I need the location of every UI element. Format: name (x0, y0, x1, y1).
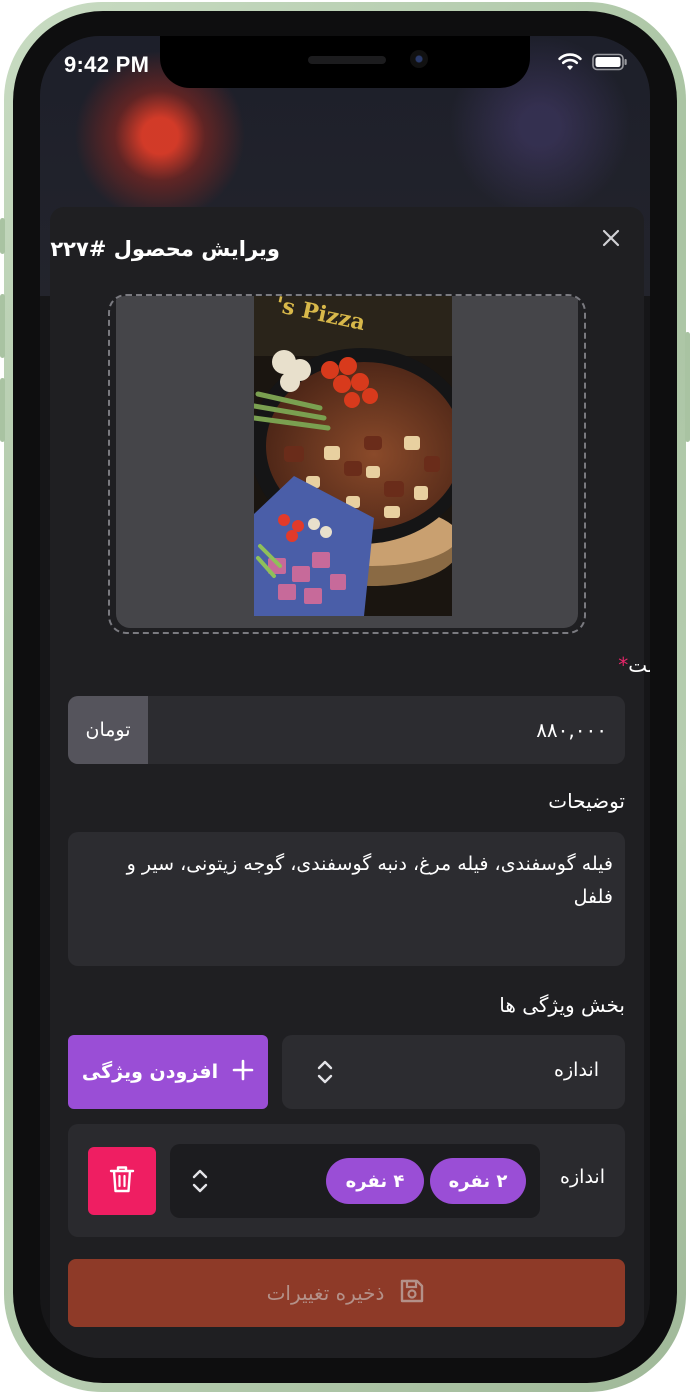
status-icons (558, 53, 628, 75)
close-button[interactable] (598, 227, 624, 253)
wifi-icon (558, 53, 582, 75)
delete-feature-button[interactable] (88, 1147, 156, 1215)
feature-row: اندازه ۲ نفره ۴ نفره (68, 1124, 625, 1237)
front-camera (410, 50, 428, 68)
description-value: فیله گوسفندی، فیله مرغ، دنبه گوسفندی، گو… (126, 853, 613, 908)
status-time: 9:42 PM (64, 52, 150, 77)
feature-select[interactable]: اندازه (282, 1035, 625, 1109)
modal-title: ویرایش محصول #۲۲۷ (50, 237, 280, 261)
image-upload-dropzone[interactable]: 's Pizza (108, 294, 586, 634)
image-preview-area: 's Pizza (116, 296, 578, 628)
feature-options-select[interactable]: ۲ نفره ۴ نفره (170, 1144, 540, 1218)
description-label: توضیحات (548, 789, 625, 813)
mute-switch (0, 218, 5, 254)
plus-icon (232, 1059, 254, 1086)
feature-row-name: اندازه (560, 1166, 605, 1188)
close-icon (602, 229, 620, 251)
volume-up-button (0, 294, 5, 358)
notch (160, 36, 530, 88)
required-mark: * (618, 653, 629, 677)
volume-down-button (0, 378, 5, 442)
feature-select-value: اندازه (554, 1059, 599, 1081)
trash-icon (109, 1164, 135, 1198)
save-changes-label: ذخیره تغییرات (266, 1281, 385, 1305)
add-feature-label: افزودن ویژگی (81, 1061, 219, 1083)
description-textarea[interactable]: فیله گوسفندی، فیله مرغ، دنبه گوسفندی، گو… (68, 832, 625, 966)
add-feature-button[interactable]: افزودن ویژگی (68, 1035, 268, 1109)
screen: 9:42 PM ویرایش محصول #۲۲۷ 's Pizza ت* تو… (40, 36, 650, 1358)
save-changes-button[interactable]: ذخیره تغییرات (68, 1259, 625, 1327)
price-value: ۸۸۰,۰۰۰ (536, 718, 607, 742)
product-image: 's Pizza (254, 296, 452, 616)
power-button (685, 332, 690, 442)
chevron-updown-icon (312, 1058, 338, 1086)
edit-product-modal: ویرایش محصول #۲۲۷ 's Pizza ت* تومان ۸۸۰,… (50, 207, 650, 1358)
price-label-text: قیمت (628, 653, 650, 677)
price-label: قیمت* (618, 653, 650, 677)
chevron-updown-icon (188, 1167, 212, 1195)
price-input[interactable]: تومان ۸۸۰,۰۰۰ (68, 696, 625, 764)
status-bar: 9:42 PM (40, 36, 650, 96)
speaker-grille (308, 56, 386, 64)
battery-icon (592, 53, 628, 75)
option-tag[interactable]: ۲ نفره (430, 1158, 526, 1204)
features-section-label: بخش ویژگی ها (499, 993, 625, 1017)
save-icon (398, 1277, 426, 1310)
price-unit-addon: تومان (68, 696, 148, 764)
option-tag[interactable]: ۴ نفره (326, 1158, 424, 1204)
